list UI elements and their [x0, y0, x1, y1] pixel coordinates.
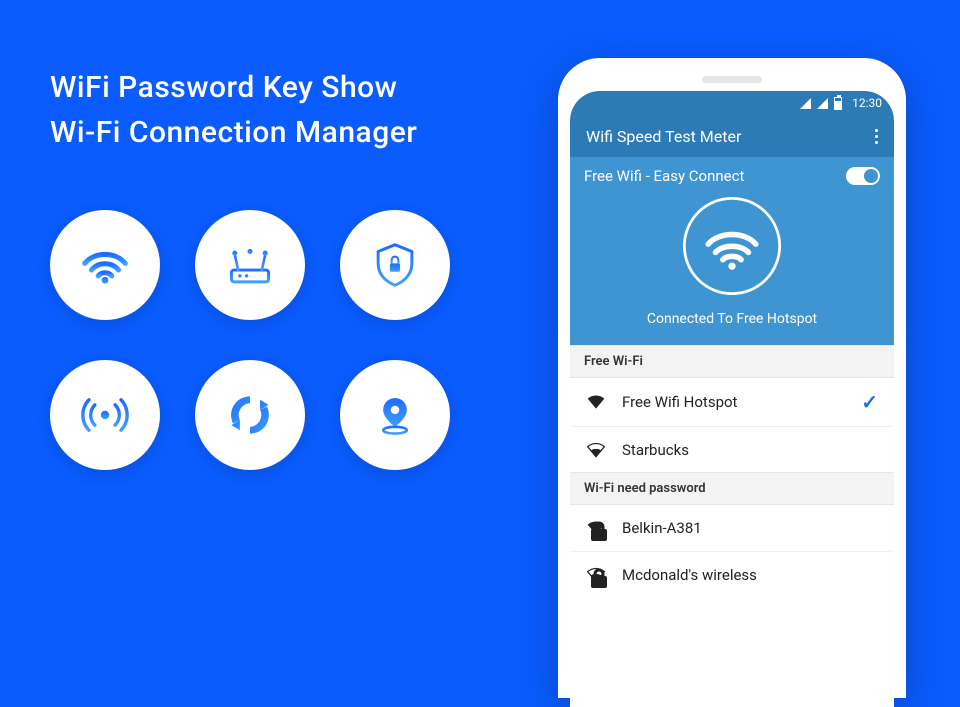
app-title: Wifi Speed Test Meter: [586, 127, 741, 146]
app-bar: Wifi Speed Test Meter: [570, 115, 894, 157]
wifi-network-row[interactable]: Starbucks: [570, 426, 894, 472]
feature-refresh[interactable]: [195, 360, 305, 470]
more-menu-button[interactable]: [875, 129, 878, 144]
wifi-circle-icon: [677, 191, 787, 301]
feature-shield[interactable]: [340, 210, 450, 320]
wifi-network-row[interactable]: Mcdonald's wireless: [570, 551, 894, 597]
wifi-network-name: Mcdonald's wireless: [622, 566, 878, 584]
hero-panel: Free Wifi - Easy Connect Connected To Fr…: [570, 157, 894, 345]
phone-frame: 12:30 Wifi Speed Test Meter Free Wifi - …: [558, 58, 906, 698]
wifi-strength-icon: [586, 440, 606, 460]
wifi-strength-icon: [586, 392, 606, 412]
headline-line-2: Wi-Fi Connection Manager: [50, 115, 520, 150]
battery-icon: [834, 97, 842, 110]
cell-signal-icon: [817, 98, 828, 109]
phone-screen: 12:30 Wifi Speed Test Meter Free Wifi - …: [570, 91, 894, 707]
headline-line-1: WiFi Password Key Show: [50, 70, 520, 105]
wifi-network-name: Free Wifi Hotspot: [622, 393, 845, 411]
section-free-header: Free Wi-Fi: [570, 345, 894, 378]
wifi-network-row[interactable]: Free Wifi Hotspot ✓: [570, 378, 894, 426]
shield-lock-icon: [368, 238, 422, 292]
feature-antenna[interactable]: [50, 360, 160, 470]
section-locked-header: Wi-Fi need password: [570, 472, 894, 505]
feature-router[interactable]: [195, 210, 305, 320]
feature-location[interactable]: [340, 360, 450, 470]
phone-speaker: [702, 76, 762, 83]
wifi-toggle[interactable]: [846, 167, 880, 185]
feature-wifi[interactable]: [50, 210, 160, 320]
wifi-network-name: Starbucks: [622, 441, 878, 459]
wifi-strength-locked-icon: [586, 518, 606, 538]
wifi-network-name: Belkin-A381: [622, 519, 878, 537]
feature-icon-grid: [50, 210, 520, 470]
antenna-icon: [78, 388, 132, 442]
wifi-network-row[interactable]: Belkin-A381: [570, 505, 894, 551]
hero-subtitle: Free Wifi - Easy Connect: [584, 167, 744, 185]
status-bar: 12:30: [570, 91, 894, 115]
wifi-icon: [78, 238, 132, 292]
location-pin-icon: [368, 388, 422, 442]
router-icon: [223, 238, 277, 292]
connection-status: Connected To Free Hotspot: [584, 311, 880, 327]
wifi-strength-locked-icon: [586, 565, 606, 585]
hero-wifi-graphic: [677, 191, 787, 301]
refresh-icon: [223, 388, 277, 442]
selected-check-icon: ✓: [861, 390, 878, 414]
status-time: 12:30: [852, 96, 882, 110]
wifi-signal-icon: [800, 98, 811, 109]
